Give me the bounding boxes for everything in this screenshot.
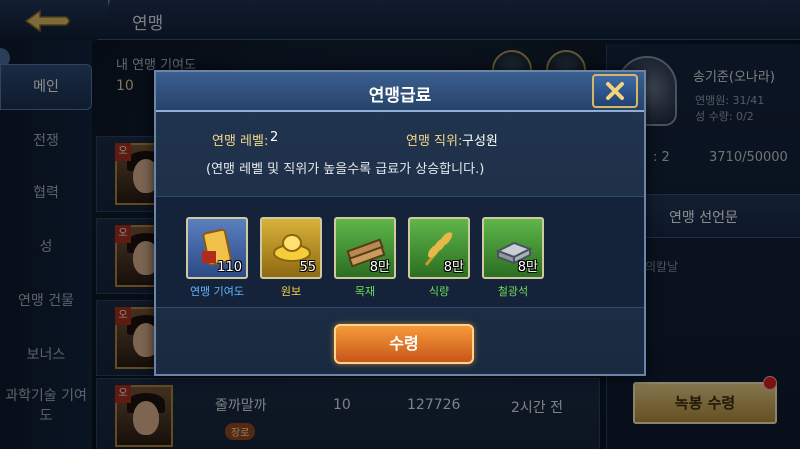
reward-item[interactable]: 55 — [260, 217, 322, 279]
reward-item[interactable]: 110 — [186, 217, 248, 279]
modal-header: 연맹급료 — [156, 72, 644, 112]
reward-name: 식량 — [428, 285, 450, 298]
close-button[interactable] — [592, 74, 638, 108]
alliance-role-label: 연맹 직위: — [406, 134, 463, 149]
alliance-role-value: 구성원 — [462, 134, 498, 149]
reward-name: 연맹 기여도 — [189, 285, 245, 298]
salary-note: (연맹 레벨 및 직위가 높을수록 급료가 상승합니다.) — [206, 162, 485, 177]
reward-item[interactable]: 8만 — [408, 217, 470, 279]
modal-title: 연맹급료 — [368, 86, 432, 106]
reward-item[interactable]: 8만 — [334, 217, 396, 279]
close-icon — [606, 82, 624, 100]
reward-quantity: 110 — [217, 260, 242, 275]
alliance-level-value: 2 — [270, 130, 279, 145]
reward-quantity: 8만 — [369, 260, 390, 275]
reward-quantity: 55 — [299, 260, 316, 275]
reward-quantity: 8만 — [443, 260, 464, 275]
reward-name: 목재 — [354, 285, 376, 298]
salary-modal: 연맹급료 연맹 레벨: 2 연맹 직위: 구성원 (연맹 레벨 및 직위가 높을… — [154, 70, 646, 376]
alliance-level-label: 연맹 레벨: — [212, 134, 269, 149]
reward-item[interactable]: 8만 — [482, 217, 544, 279]
receive-label: 수령 — [389, 334, 419, 353]
rewards-list: 110 연맹 기여도 55 원보 8만 목재 8만 식량 8만 철광석 — [156, 196, 644, 308]
reward-name: 철광석 — [497, 285, 529, 298]
receive-button[interactable]: 수령 — [334, 324, 474, 364]
reward-name: 원보 — [280, 285, 302, 298]
reward-quantity: 8만 — [517, 260, 538, 275]
